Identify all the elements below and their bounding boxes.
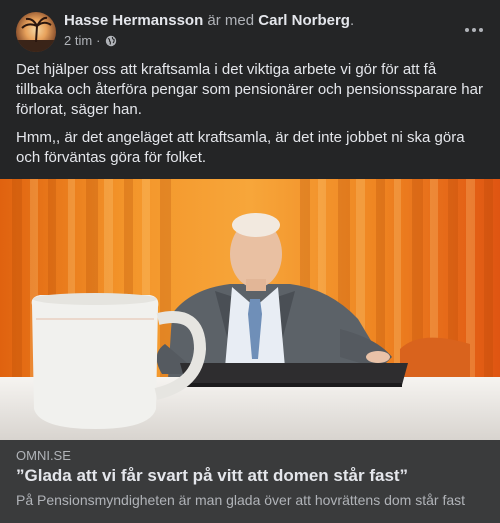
post-time[interactable]: 2 tim <box>64 33 92 48</box>
post-meta: 2 tim · <box>64 33 117 48</box>
post-paragraph: Hmm,, är det angeläget att kraftsamla, ä… <box>16 129 465 166</box>
with-text: är med <box>203 12 259 29</box>
link-title[interactable]: ”Glada att vi får svart på vitt att dome… <box>16 466 408 486</box>
link-preview[interactable]: OMNI.SE ”Glada att vi får svart på vitt … <box>0 440 500 523</box>
more-dot <box>479 28 483 32</box>
article-image <box>0 179 500 440</box>
facebook-post: Hasse Hermansson är med Carl Norberg. 2 … <box>0 0 500 523</box>
link-description: På Pensionsmyndigheten är man glada över… <box>16 492 466 508</box>
article-photo[interactable] <box>0 179 500 440</box>
period: . <box>349 12 355 29</box>
post-text: Det hjälper oss att kraftsamla i det vik… <box>16 60 486 176</box>
link-domain: OMNI.SE <box>16 448 71 463</box>
more-options-button[interactable] <box>460 16 488 44</box>
post-paragraph: Det hjälper oss att kraftsamla i det vik… <box>16 61 483 118</box>
globe-icon <box>105 35 116 46</box>
author-name[interactable]: Hasse Hermansson <box>64 12 203 29</box>
post-header: Hasse Hermansson är med Carl Norberg. 2 … <box>16 10 484 52</box>
more-dot <box>465 28 469 32</box>
tagged-name[interactable]: Carl Norberg <box>258 12 350 29</box>
more-dot <box>472 28 476 32</box>
author-line: Hasse Hermansson är med Carl Norberg. <box>64 12 354 29</box>
author-avatar[interactable] <box>16 12 56 52</box>
palm-tree-icon <box>16 16 56 52</box>
meta-separator: · <box>96 33 101 48</box>
